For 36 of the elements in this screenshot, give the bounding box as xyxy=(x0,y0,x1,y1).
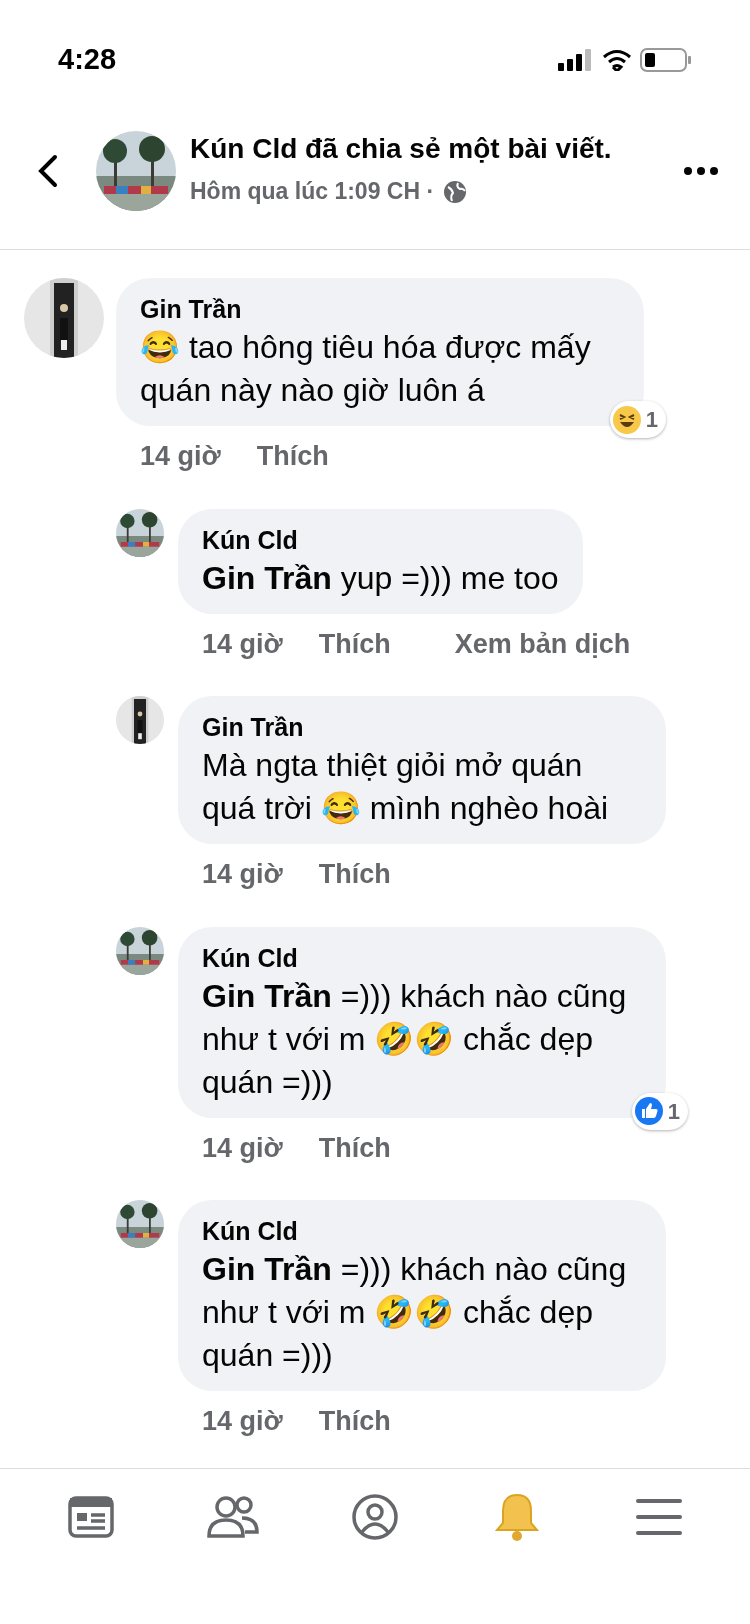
comment-text: Gin Trần yup =))) me too xyxy=(202,558,559,598)
signal-icon xyxy=(558,49,594,71)
comment-text: Mà ngta thiệt giỏi mở quán quá trời 😂 mình nghèo hoài xyxy=(202,746,610,828)
comment-author[interactable]: Kún Cld xyxy=(202,1214,642,1248)
globe-icon xyxy=(442,178,469,205)
comment-author[interactable]: Kún Cld xyxy=(202,522,559,557)
comment-text: 😂 tao hông tiêu hóa được mấy quán này nào giờ luôn á xyxy=(140,328,592,410)
comment-text: Gin Trần =))) khách nào cũng như t với m 🤣🤣 chắc dẹp quán =))) xyxy=(202,976,628,1102)
comment-time: 14 giờ xyxy=(202,858,283,891)
battery-icon xyxy=(640,48,692,72)
like-link[interactable]: Thích xyxy=(318,1127,391,1168)
comment-time: 14 giờ xyxy=(202,1405,283,1438)
like-link[interactable]: Thích xyxy=(318,854,391,895)
comment-author[interactable]: Gin Trần xyxy=(140,292,620,326)
more-icon xyxy=(684,166,718,175)
post-time: Hôm qua lúc 1:09 CH · xyxy=(190,177,435,207)
reaction-badge[interactable]: 1 xyxy=(631,1092,688,1130)
back-icon xyxy=(38,153,58,188)
comment-author[interactable]: Gin Trần xyxy=(202,710,642,744)
comment-time: 14 giờ xyxy=(202,1131,283,1165)
translate-link[interactable]: Xem bản dịch xyxy=(454,623,631,664)
status-time: 4:28 xyxy=(58,42,117,78)
like-link[interactable]: Thích xyxy=(318,623,391,664)
wifi-icon xyxy=(602,49,632,71)
reaction-badge[interactable]: 1 xyxy=(609,401,666,438)
more-button[interactable] xyxy=(684,166,718,175)
comment-time: 14 giờ xyxy=(202,627,283,661)
comment-author[interactable]: Kún Cld xyxy=(202,940,642,975)
comment-time: 14 giờ xyxy=(140,440,221,473)
header-title: Kún Cld đã chia sẻ một bài viết. xyxy=(190,132,613,167)
reaction-count: 1 xyxy=(667,1097,680,1126)
profile-icon[interactable] xyxy=(350,1492,400,1542)
like-link[interactable]: Thích xyxy=(256,436,329,477)
like-link[interactable]: Thích xyxy=(318,1401,391,1442)
comment-text: Gin Trần =))) khách nào cũng như t với m 🤣🤣 chắc dẹp quán =))) xyxy=(202,1250,628,1375)
reaction-count: 1 xyxy=(645,406,658,434)
